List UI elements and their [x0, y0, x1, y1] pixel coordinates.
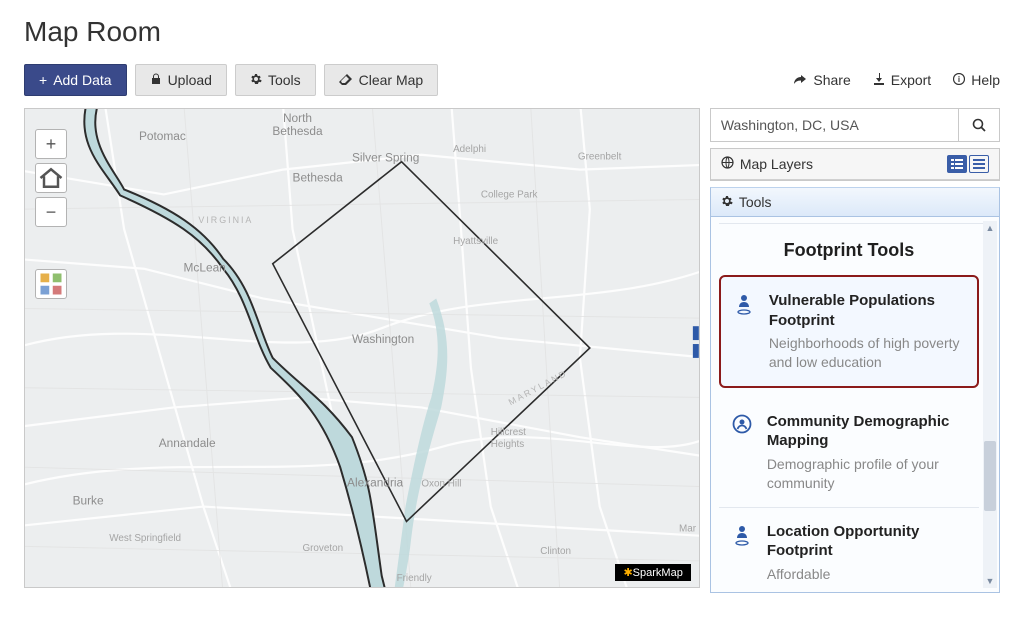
- map-label-bethesda: Bethesda: [293, 171, 344, 185]
- person-pin-icon: [729, 522, 755, 584]
- help-link[interactable]: i Help: [953, 72, 1000, 88]
- tools-panel-header[interactable]: Tools: [710, 187, 1000, 217]
- svg-text:i: i: [958, 75, 960, 84]
- view-list-icon[interactable]: [947, 155, 967, 173]
- map-label-west-springfield: West Springfield: [109, 533, 181, 544]
- plus-icon: +: [39, 72, 47, 88]
- home-button[interactable]: [35, 163, 67, 193]
- search-icon: [971, 117, 987, 133]
- sparkle-icon: ✱: [623, 567, 632, 579]
- person-circle-icon: [729, 412, 755, 493]
- clear-map-label: Clear Map: [359, 72, 424, 88]
- tools-button[interactable]: Tools: [235, 64, 316, 96]
- map-attribution: ✱SparkMap: [615, 564, 690, 581]
- zoom-in-button[interactable]: +: [35, 129, 67, 159]
- map-label-hillcrest-heights: HillcrestHeights: [491, 427, 526, 450]
- export-label: Export: [891, 72, 931, 88]
- export-link[interactable]: Export: [873, 72, 931, 88]
- tool-name: Community Demographic Mapping: [767, 412, 969, 451]
- basemap-toggle-button[interactable]: [35, 269, 67, 299]
- globe-icon: [721, 156, 734, 172]
- share-link[interactable]: Share: [794, 72, 850, 88]
- map-label-oxon-hill: Oxon Hill: [421, 479, 461, 490]
- tool-desc: Affordable: [767, 565, 969, 584]
- map-label-virginia: VIRGINIA: [198, 215, 253, 225]
- map-label-silver-spring: Silver Spring: [352, 151, 419, 165]
- map-label-college-park: College Park: [481, 189, 538, 200]
- map-label-burke: Burke: [73, 494, 104, 508]
- scroll-down-icon[interactable]: ▼: [983, 574, 997, 588]
- map-label-adelphi: Adelphi: [453, 144, 486, 155]
- upload-button[interactable]: Upload: [135, 64, 227, 96]
- view-compact-icon[interactable]: [969, 155, 989, 173]
- map-label-hyattsville: Hyattsville: [453, 236, 499, 247]
- tool-name: Vulnerable Populations Footprint: [769, 291, 967, 330]
- location-search-input[interactable]: [710, 108, 958, 142]
- map-label-mar: Mar: [679, 523, 697, 534]
- zoom-out-button[interactable]: −: [35, 197, 67, 227]
- tools-panel-label: Tools: [739, 194, 772, 210]
- share-icon: [794, 72, 807, 88]
- map-canvas[interactable]: Potomac NorthBethesda Bethesda Silver Sp…: [24, 108, 700, 588]
- map-label-alexandria: Alexandria: [347, 476, 404, 490]
- tool-vulnerable-populations[interactable]: Vulnerable Populations Footprint Neighbo…: [719, 275, 979, 388]
- scroll-thumb[interactable]: [984, 441, 996, 511]
- scroll-up-icon[interactable]: ▲: [983, 221, 997, 235]
- map-label-groveton: Groveton: [302, 543, 343, 554]
- tools-label: Tools: [268, 72, 301, 88]
- toolbar: + Add Data Upload Tools Clear Map: [24, 64, 1000, 96]
- map-label-potomac: Potomac: [139, 129, 186, 143]
- map-label-annandale: Annandale: [159, 436, 216, 450]
- tool-desc: Neighborhoods of high poverty and low ed…: [769, 334, 967, 372]
- download-icon: [873, 72, 885, 88]
- map-label-greenbelt: Greenbelt: [578, 152, 622, 163]
- info-icon: i: [953, 72, 965, 88]
- map-label-washington: Washington: [352, 332, 414, 346]
- person-pin-icon: [731, 291, 757, 372]
- map-layers-panel: Map Layers: [710, 148, 1000, 181]
- lock-icon: [150, 72, 162, 88]
- add-data-label: Add Data: [53, 72, 111, 88]
- search-button[interactable]: [958, 108, 1000, 142]
- gear-icon: [250, 72, 262, 88]
- eraser-icon: [339, 72, 353, 88]
- tools-section-title: Footprint Tools: [719, 240, 979, 261]
- share-label: Share: [813, 72, 850, 88]
- scrollbar[interactable]: ▲ ▼: [983, 221, 997, 588]
- help-label: Help: [971, 72, 1000, 88]
- gear-icon: [721, 194, 733, 210]
- upload-label: Upload: [168, 72, 212, 88]
- tool-location-opportunity[interactable]: Location Opportunity Footprint Affordabl…: [719, 508, 979, 586]
- map-label-friendly: Friendly: [397, 573, 432, 584]
- tool-desc: Demographic profile of your community: [767, 455, 969, 493]
- page-title: Map Room: [24, 16, 1000, 48]
- clear-map-button[interactable]: Clear Map: [324, 64, 439, 96]
- tool-community-demographic[interactable]: Community Demographic Mapping Demographi…: [719, 398, 979, 508]
- map-layers-label: Map Layers: [740, 156, 813, 172]
- tool-name: Location Opportunity Footprint: [767, 522, 969, 561]
- add-data-button[interactable]: + Add Data: [24, 64, 127, 96]
- tools-panel-body: Footprint Tools Vulnerable Populations F…: [710, 217, 1000, 593]
- map-label-clinton: Clinton: [540, 546, 571, 557]
- map-label-mclean: McLean: [184, 261, 226, 275]
- map-zoom-controls: + −: [35, 129, 67, 227]
